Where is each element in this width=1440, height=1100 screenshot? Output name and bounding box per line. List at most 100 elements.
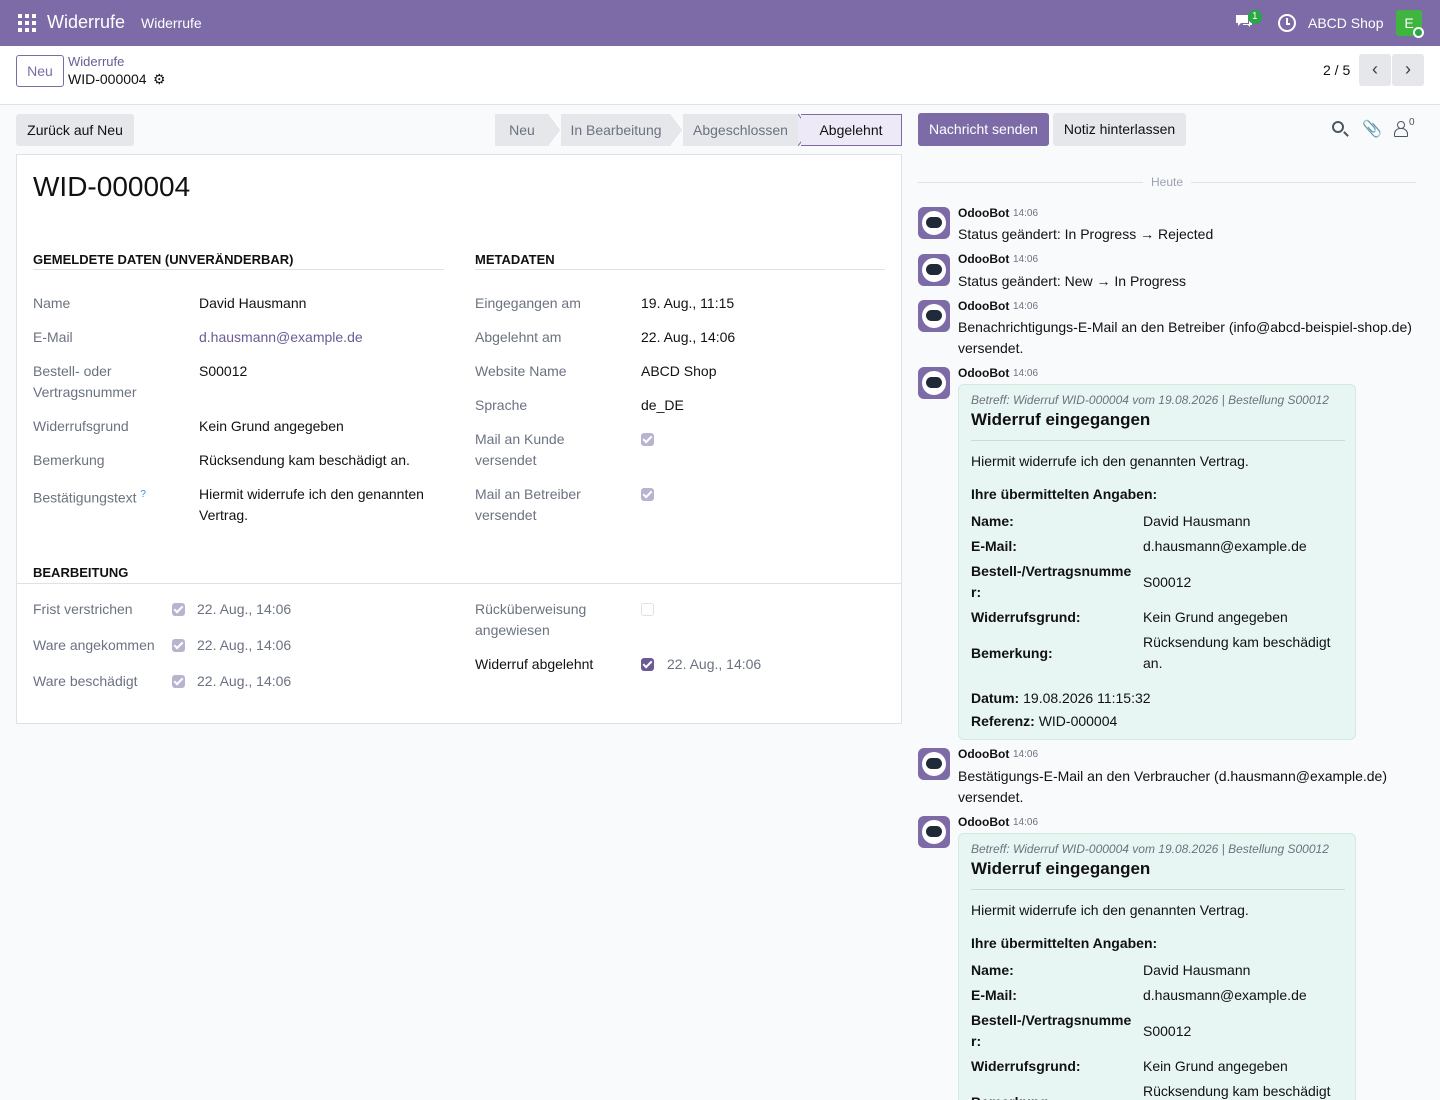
mail-val-reason: Kein Grund angegeben [1143,609,1288,625]
field-value-order: S00012 [199,363,248,379]
message-author: OdooBot [958,206,1010,220]
field-value-remark: Rücksendung kam beschädigt an. [199,452,410,468]
field-label-language: Sprache [475,397,528,413]
group-divider [33,269,444,270]
odoobot-avatar [918,300,950,332]
group-title-processing: Bearbeitung [33,565,129,580]
mail-val-remark: Rücksendung kam beschädigt an. [1143,634,1331,671]
date-arrived: 22. Aug., 14:06 [197,637,292,653]
help-tooltip-icon[interactable]: ? [140,489,146,500]
gear-icon[interactable]: ⚙ [153,71,166,88]
field-value-language: de_DE [641,397,684,413]
field-label-reason: Widerrufsgrund [33,418,129,434]
message-time: 14:06 [1013,749,1039,760]
mail-details-heading: Ihre übermittelten Angaben: [971,486,1158,502]
message-time: 14:06 [1013,368,1039,379]
mail-val-order: S00012 [1143,1023,1192,1039]
form-sheet: WID-000004 Gemeldete Daten (unveränderba… [16,154,902,724]
pager-value[interactable]: 2 / 5 [1323,62,1350,78]
mail-heading: Widerruf eingegangen [971,410,1151,429]
send-message-button[interactable]: Nachricht senden [918,113,1049,146]
new-button[interactable]: Neu [16,55,64,87]
stage-done[interactable]: Abgeschlossen [683,114,798,146]
mail-key-order: Bestell-/Vertragsnummer: [971,1012,1132,1049]
message-time: 14:06 [1013,301,1039,312]
stage-rejected[interactable]: Abgelehnt [801,114,902,146]
mail-key-name: Name: [971,513,1014,529]
checkbox-refund[interactable] [641,603,654,616]
checkbox-damaged[interactable] [172,675,185,688]
paperclip-icon[interactable]: 📎 [1362,119,1382,139]
apps-menu-icon[interactable] [18,14,36,32]
follower-icon[interactable] [1394,121,1408,137]
mail-intro: Hiermit widerrufe ich den genannten Vert… [971,453,1249,469]
field-value-confirm: Hiermit widerrufe ich den genannten Vert… [199,486,424,523]
search-icon[interactable] [1332,121,1344,133]
top-navbar: Widerrufe Widerrufe 1 ABCD Shop E [0,0,1440,46]
field-label-order: Bestell- oder Vertragsnummer [33,363,137,400]
field-value-website: ABCD Shop [641,363,717,379]
field-label-arrived: Ware angekommen [33,637,155,653]
mail-key-email: E-Mail: [971,538,1017,554]
mail-val-email: d.hausmann@example.de [1143,538,1307,554]
field-value-rejected-at: 22. Aug., 14:06 [641,329,736,345]
mail-val-order: S00012 [1143,574,1192,590]
mail-subject: Betreff: Widerruf WID-000004 vom 19.08.2… [971,393,1329,407]
mail-val-email: d.hausmann@example.de [1143,987,1307,1003]
checkbox-mail-customer[interactable] [641,433,654,446]
checkbox-mail-operator[interactable] [641,488,654,501]
message-author: OdooBot [958,252,1010,266]
stage-in-progress[interactable]: In Bearbeitung [561,114,671,146]
company-switcher[interactable]: ABCD Shop [1308,15,1383,31]
group-title-reported: Gemeldete Daten (unveränderbar) [33,252,294,267]
stage-separator [549,114,561,146]
mail-card: Betreff: Widerruf WID-000004 vom 19.08.2… [958,384,1356,740]
checkbox-withdrawal-rejected[interactable] [641,658,654,671]
message-author: OdooBot [958,747,1010,761]
app-name[interactable]: Widerrufe [47,12,125,33]
mail-key-name: Name: [971,962,1014,978]
menu-item-widerrufe[interactable]: Widerrufe [141,15,202,31]
message-author: OdooBot [958,366,1010,380]
odoobot-avatar [918,748,950,780]
field-value-received: 19. Aug., 11:15 [641,295,735,311]
mail-val-name: David Hausmann [1143,962,1251,978]
mail-val-ref: WID-000004 [1038,713,1118,729]
message-author: OdooBot [958,299,1010,313]
record-title: WID-000004 [33,171,191,202]
mail-key-ref: Referenz: [971,713,1035,729]
stage-new[interactable]: Neu [495,114,549,146]
checkbox-deadline[interactable] [172,603,185,616]
field-value-email[interactable]: d.hausmann@example.de [199,327,363,348]
activity-clock-icon[interactable] [1278,14,1296,32]
odoobot-avatar [918,816,950,848]
mail-divider [971,440,1345,441]
mail-key-remark: Bemerkung: [971,645,1053,661]
message-time: 14:06 [1013,208,1039,219]
reset-to-new-button[interactable]: Zurück auf Neu [16,114,134,146]
online-status-dot [1413,27,1424,38]
checkbox-arrived[interactable] [172,639,185,652]
follower-count: 0 [1409,117,1415,128]
mail-heading: Widerruf eingegangen [971,859,1151,878]
field-label-remark: Bemerkung [33,452,105,468]
mail-val-date: 19.08.2026 11:15:32 [1023,690,1151,706]
odoobot-avatar [918,207,950,239]
breadcrumb-parent-link[interactable]: Widerrufe [68,54,124,69]
field-label-withdrawal-rejected: Widerruf abgelehnt [475,656,594,672]
date-deadline: 22. Aug., 14:06 [197,601,292,617]
field-label-deadline: Frist verstrichen [33,601,133,617]
mail-key-date: Datum: [971,690,1020,706]
mail-date: Datum: 19.08.2026 11:15:32 [971,688,1151,709]
date-damaged: 22. Aug., 14:06 [197,673,292,689]
field-label-mail-customer: Mail an Kunde versendet [475,431,565,468]
pager-previous-button[interactable]: ‹ [1359,54,1391,86]
date-separator-label: Heute [1143,175,1192,189]
log-note-button[interactable]: Notiz hinterlassen [1053,113,1186,146]
mail-reference: Referenz: WID-000004 [971,711,1117,732]
pager-next-button[interactable]: › [1392,54,1424,86]
field-value-reason: Kein Grund angegeben [199,418,344,434]
field-label-mail-operator: Mail an Betreiber versendet [475,486,581,523]
field-label-rejected-at: Abgelehnt am [475,329,562,345]
breadcrumb-current: WID-000004 [68,71,147,87]
